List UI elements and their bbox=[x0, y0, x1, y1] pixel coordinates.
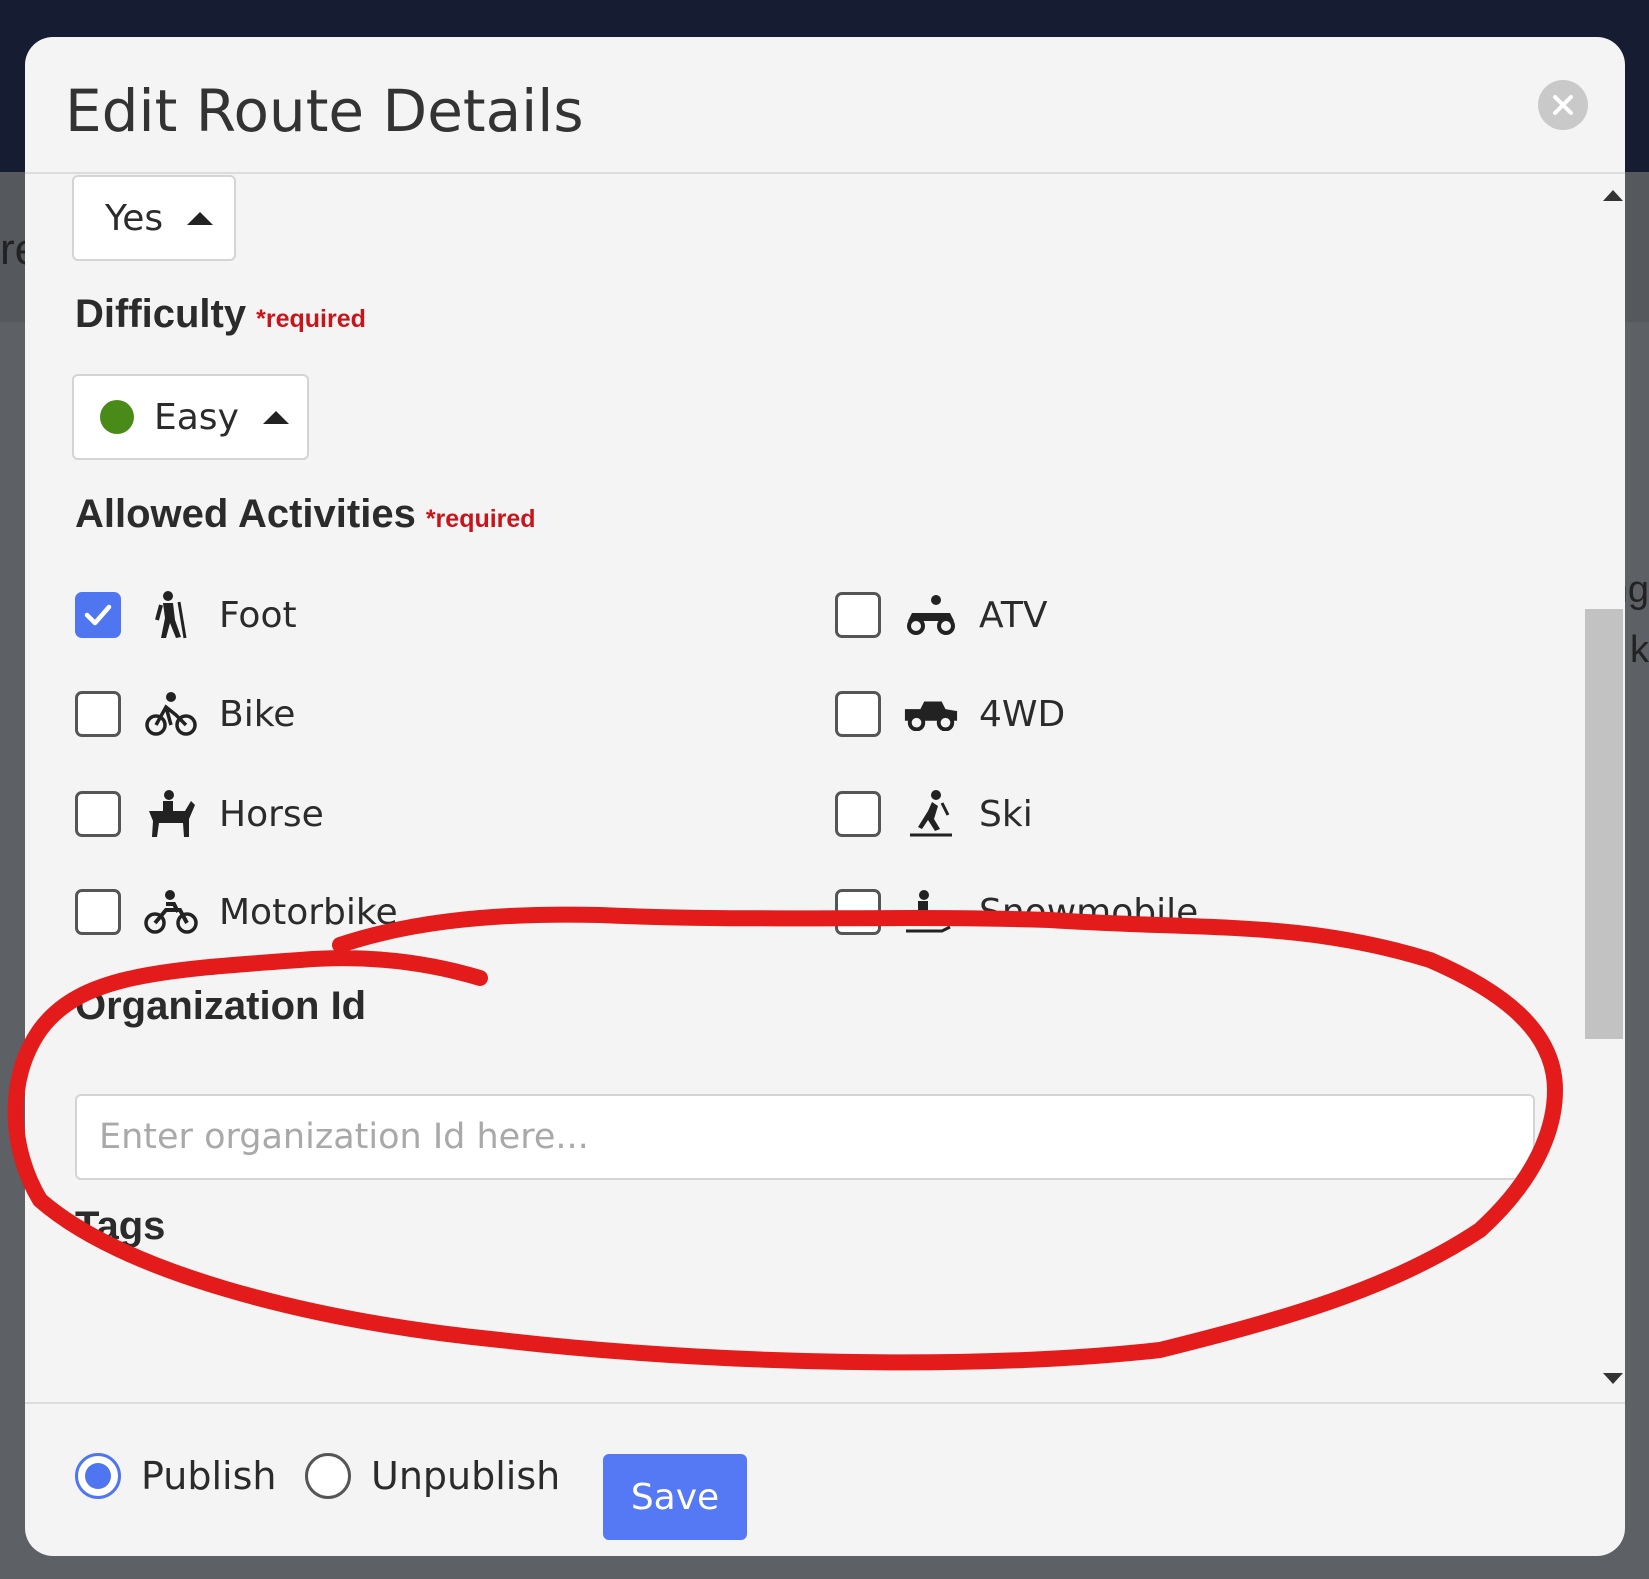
hiker-icon bbox=[143, 589, 199, 641]
publish-radio[interactable] bbox=[75, 1453, 121, 1499]
motorbike-icon bbox=[143, 886, 199, 938]
difficulty-dot-icon bbox=[100, 400, 134, 434]
activity-label: Snowmobile bbox=[979, 891, 1199, 933]
activity-label: ATV bbox=[979, 594, 1048, 636]
checkmark-icon bbox=[84, 604, 112, 626]
allowed-activities-label-text: Allowed Activities bbox=[75, 492, 416, 536]
activity-ski[interactable]: Ski bbox=[835, 784, 1033, 844]
activity-horse-checkbox[interactable] bbox=[75, 791, 121, 837]
modal-footer: Publish Unpublish Save bbox=[25, 1402, 1625, 1556]
modal-title: Edit Route Details bbox=[65, 77, 584, 145]
modal-header: Edit Route Details bbox=[25, 37, 1625, 174]
required-marker: *required bbox=[256, 305, 366, 333]
activity-label: Foot bbox=[219, 594, 297, 636]
activity-bike-checkbox[interactable] bbox=[75, 691, 121, 737]
jeep-icon bbox=[903, 688, 959, 740]
difficulty-select[interactable]: Easy bbox=[72, 374, 309, 460]
difficulty-label-text: Difficulty bbox=[75, 292, 247, 336]
snowmobile-icon bbox=[903, 886, 959, 938]
required-marker: *required bbox=[425, 505, 536, 533]
unpublish-radio[interactable] bbox=[305, 1453, 351, 1499]
skier-icon bbox=[903, 788, 959, 840]
activity-bike[interactable]: Bike bbox=[75, 684, 295, 744]
activity-label: 4WD bbox=[979, 693, 1066, 735]
save-button[interactable]: Save bbox=[603, 1454, 747, 1540]
activity-motorbike-checkbox[interactable] bbox=[75, 889, 121, 935]
activity-label: Bike bbox=[219, 693, 296, 735]
activity-ski-checkbox[interactable] bbox=[835, 791, 881, 837]
activity-label: Ski bbox=[979, 793, 1033, 835]
activity-snowmobile-checkbox[interactable] bbox=[835, 889, 881, 935]
scrollbar-thumb[interactable] bbox=[1585, 609, 1623, 1039]
activity-horse[interactable]: Horse bbox=[75, 784, 324, 844]
edit-route-modal: Edit Route Details Yes Difficulty *requir… bbox=[25, 37, 1625, 1556]
atv-icon bbox=[903, 589, 959, 641]
modal-body[interactable]: Yes Difficulty *required Easy Allowed Act… bbox=[25, 174, 1625, 1402]
scroll-down-arrow[interactable] bbox=[1603, 1373, 1623, 1384]
bicycle-icon bbox=[143, 688, 199, 740]
activity-4wd[interactable]: 4WD bbox=[835, 684, 1065, 744]
unpublish-label: Unpublish bbox=[371, 1454, 561, 1498]
activity-motorbike[interactable]: Motorbike bbox=[75, 882, 398, 942]
activity-label: Horse bbox=[219, 793, 324, 835]
difficulty-label: Difficulty *required bbox=[75, 292, 366, 337]
scroll-up-arrow[interactable] bbox=[1603, 190, 1623, 201]
caret-up-icon bbox=[262, 410, 289, 424]
allowed-activities-label: Allowed Activities *required bbox=[75, 492, 536, 537]
activity-atv-checkbox[interactable] bbox=[835, 592, 881, 638]
activity-4wd-checkbox[interactable] bbox=[835, 691, 881, 737]
tags-label: Tags bbox=[75, 1204, 166, 1248]
close-icon bbox=[1553, 95, 1573, 115]
yes-select-value: Yes bbox=[105, 197, 164, 239]
organization-id-label: Organization Id bbox=[75, 984, 367, 1028]
difficulty-select-value: Easy bbox=[154, 396, 239, 438]
yes-select[interactable]: Yes bbox=[72, 175, 236, 261]
caret-up-icon bbox=[187, 211, 214, 225]
publish-option[interactable]: Publish bbox=[75, 1446, 276, 1506]
activity-snowmobile[interactable]: Snowmobile bbox=[835, 882, 1198, 942]
activity-atv[interactable]: ATV bbox=[835, 585, 1047, 645]
activity-label: Motorbike bbox=[219, 891, 398, 933]
radio-selected-dot bbox=[85, 1463, 111, 1489]
activity-foot[interactable]: Foot bbox=[75, 585, 297, 645]
activity-foot-checkbox[interactable] bbox=[75, 592, 121, 638]
publish-label: Publish bbox=[141, 1454, 277, 1498]
horse-rider-icon bbox=[143, 788, 199, 840]
organization-id-input[interactable] bbox=[75, 1094, 1535, 1180]
close-button[interactable] bbox=[1538, 80, 1588, 130]
unpublish-option[interactable]: Unpublish bbox=[305, 1446, 560, 1506]
